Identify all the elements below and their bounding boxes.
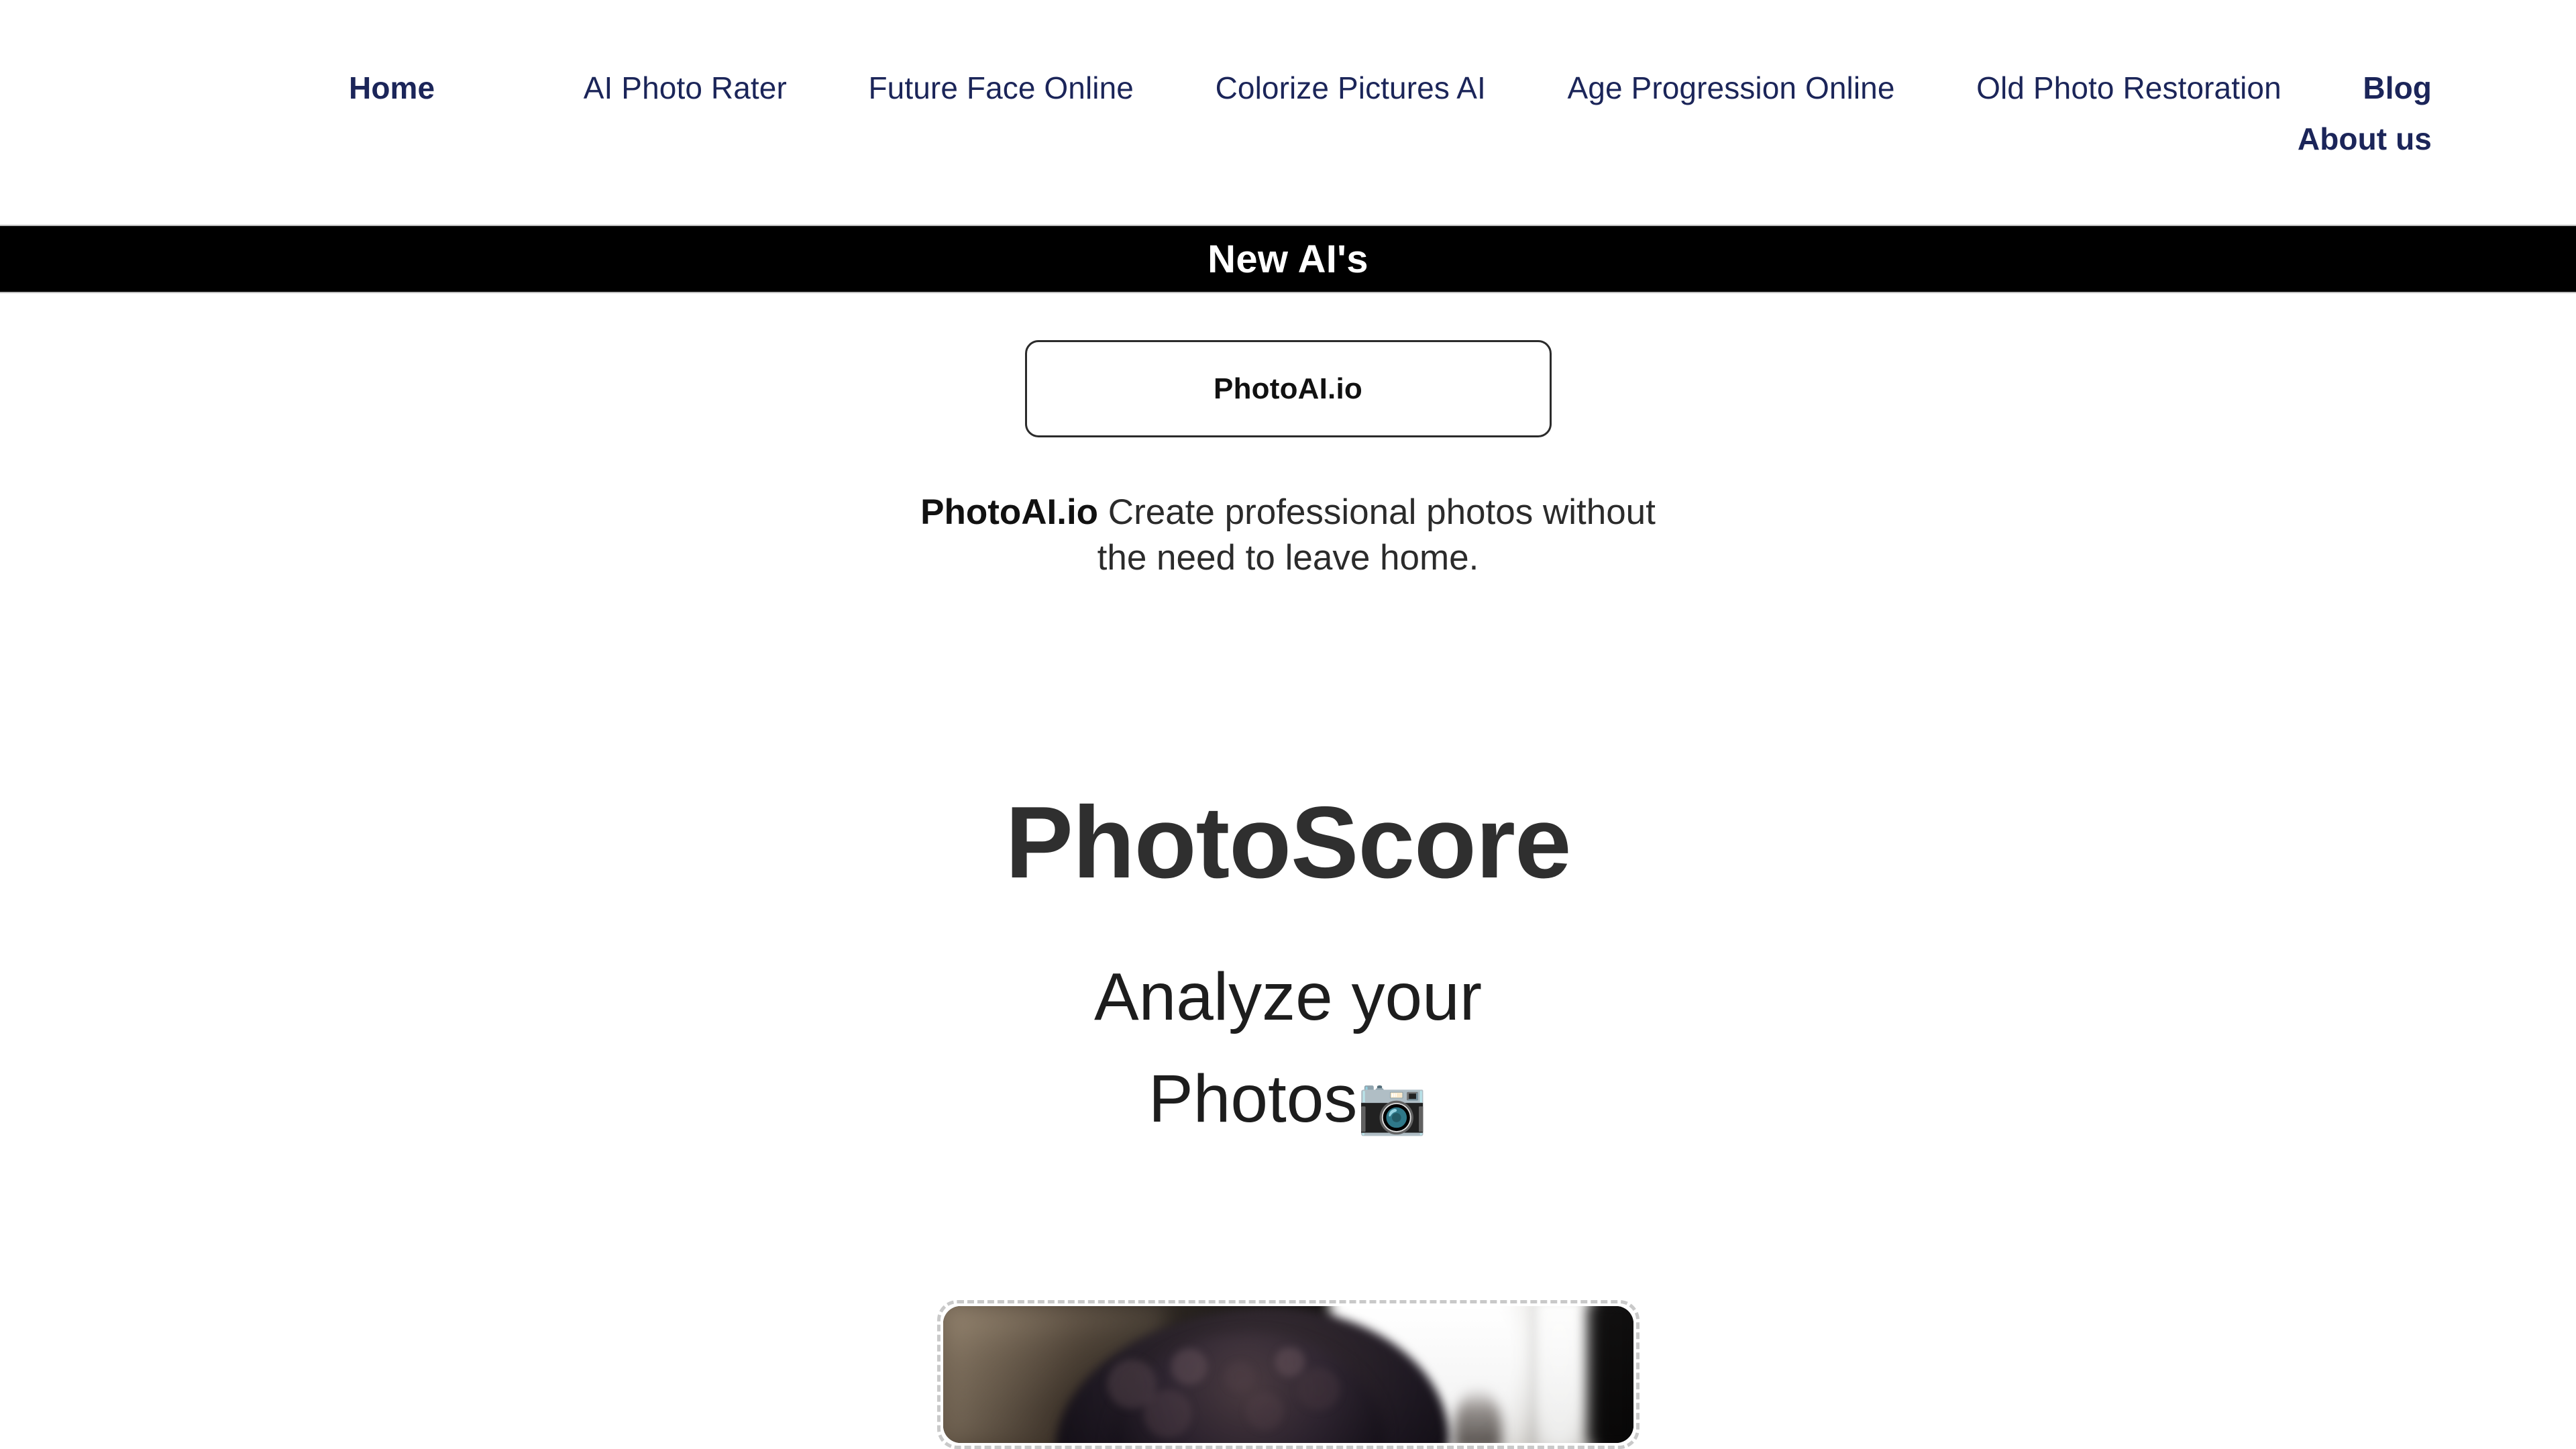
main-navigation: Home AI Photo Rater Future Face Online C…: [0, 0, 2576, 225]
promo-description-text: Create professional photos without the n…: [1097, 492, 1656, 578]
page-title: PhotoScore: [1005, 786, 1572, 900]
nav-list: Home AI Photo Rater Future Face Online C…: [349, 72, 2432, 103]
photo-grain-overlay: [943, 1306, 1633, 1443]
promo-description: PhotoAI.io Create professional photos wi…: [919, 490, 1657, 581]
nav-item-age-progression-online[interactable]: Age Progression Online: [1568, 72, 1895, 103]
nav-item-old-photo-restoration[interactable]: Old Photo Restoration: [1976, 72, 2282, 103]
camera-icon: 📷: [1357, 1073, 1428, 1136]
nav-item-colorize-pictures-ai[interactable]: Colorize Pictures AI: [1216, 72, 1486, 103]
nav-item-ai-photo-rater[interactable]: AI Photo Rater: [584, 72, 787, 103]
promo-description-brand: PhotoAI.io: [920, 492, 1099, 532]
hero-subtitle-line-1: Analyze your: [1093, 959, 1483, 1034]
photo-preview-image: [943, 1306, 1633, 1443]
nav-item-about-us[interactable]: About us: [2298, 123, 2432, 154]
banner-title: New AI's: [1208, 237, 1368, 281]
hero-subtitle-line-2: Photos: [1148, 1061, 1358, 1136]
nav-list-secondary: About us: [349, 123, 2432, 154]
hero-subtitle: Analyze your Photos📷: [953, 946, 1623, 1150]
photo-upload-preview[interactable]: [937, 1300, 1640, 1449]
new-ais-banner: New AI's: [0, 225, 2576, 293]
nav-item-home[interactable]: Home: [349, 72, 435, 103]
page-root: Home AI Photo Rater Future Face Online C…: [0, 0, 2576, 1449]
nav-item-blog[interactable]: Blog: [2363, 72, 2432, 103]
photoai-io-button[interactable]: PhotoAI.io: [1024, 340, 1552, 437]
photoai-io-button-label: PhotoAI.io: [1214, 372, 1362, 405]
nav-item-future-face-online[interactable]: Future Face Online: [868, 72, 1134, 103]
hero-section: PhotoScore Analyze your Photos📷: [0, 792, 2576, 1150]
promo-section: PhotoAI.io PhotoAI.io Create professiona…: [0, 293, 2576, 581]
